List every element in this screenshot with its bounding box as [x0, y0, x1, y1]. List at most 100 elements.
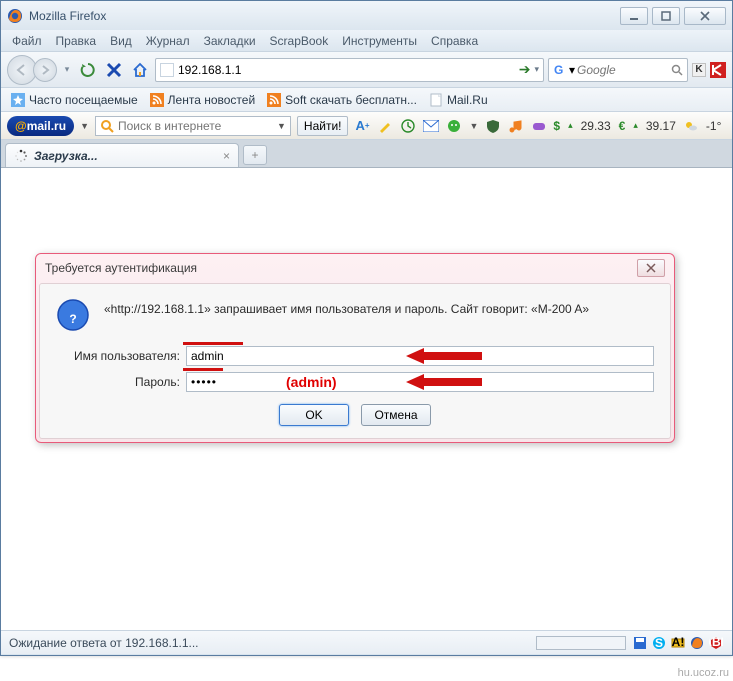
- dialog-title: Требуется аутентификация: [45, 261, 637, 275]
- username-input[interactable]: [186, 346, 654, 366]
- underline-annotation: [183, 342, 243, 345]
- games-icon[interactable]: [531, 118, 547, 134]
- bm-news[interactable]: Лента новостей: [146, 91, 260, 109]
- keyboard-indicator[interactable]: K: [692, 63, 706, 77]
- music-icon[interactable]: [508, 118, 524, 134]
- temperature: -1°: [706, 119, 721, 133]
- search-input[interactable]: [577, 63, 669, 77]
- window-title: Mozilla Firefox: [29, 9, 620, 23]
- adblock-icon[interactable]: ABP: [708, 635, 724, 651]
- shield-icon[interactable]: [485, 118, 501, 134]
- svg-text:A!: A!: [672, 636, 685, 649]
- font-icon[interactable]: A+: [354, 118, 370, 134]
- search-engine-dropdown[interactable]: ▾: [569, 63, 575, 77]
- rss-icon: [267, 93, 281, 107]
- status-text: Ожидание ответа от 192.168.1.1...: [9, 636, 536, 650]
- mailru-logo[interactable]: @mail.ru: [7, 116, 74, 136]
- mail-icon[interactable]: [423, 118, 439, 134]
- skype-icon[interactable]: S: [651, 635, 667, 651]
- menu-tools[interactable]: Инструменты: [335, 32, 424, 50]
- minimize-button[interactable]: [620, 7, 648, 25]
- google-icon: G: [553, 63, 567, 77]
- menu-bookmarks[interactable]: Закладки: [197, 32, 263, 50]
- nav-toolbar: ▾ ➔ ▾ G ▾ K: [1, 52, 732, 88]
- firefox-icon: [7, 8, 23, 24]
- menu-help[interactable]: Справка: [424, 32, 485, 50]
- highlight-icon[interactable]: [377, 118, 393, 134]
- history-dropdown[interactable]: ▾: [61, 64, 73, 75]
- mailru-search-input[interactable]: [118, 119, 273, 133]
- clock-icon[interactable]: [400, 118, 416, 134]
- page-icon: [429, 93, 443, 107]
- home-button[interactable]: [129, 59, 151, 81]
- password-input[interactable]: [186, 372, 654, 392]
- mailru-toolbar: @mail.ru ▼ ▼ Найти! A+ ▼ $▴29.33 €▴39.17…: [1, 112, 732, 140]
- menu-history[interactable]: Журнал: [139, 32, 197, 50]
- search-go-icon[interactable]: [671, 64, 683, 76]
- agent-dropdown[interactable]: ▼: [469, 121, 478, 131]
- mailru-dropdown[interactable]: ▼: [80, 121, 89, 131]
- svg-text:S: S: [655, 636, 663, 650]
- autofill-icon[interactable]: A!: [670, 635, 686, 651]
- tab-close-button[interactable]: ×: [223, 149, 230, 163]
- agent-icon[interactable]: [446, 118, 462, 134]
- ok-button[interactable]: OK: [279, 404, 349, 426]
- search-icon: [100, 119, 114, 133]
- usd-symbol: $: [553, 119, 560, 133]
- firefox-icon[interactable]: [689, 635, 705, 651]
- close-button[interactable]: [684, 7, 726, 25]
- mailru-search-dropdown[interactable]: ▼: [277, 121, 286, 131]
- menubar: Файл Правка Вид Журнал Закладки ScrapBoo…: [1, 30, 732, 52]
- tab-loading[interactable]: Загрузка... ×: [5, 143, 239, 167]
- auth-dialog: Требуется аутентификация ? «http://192.1…: [35, 253, 675, 443]
- bm-label: Soft скачать бесплатн...: [285, 93, 417, 107]
- watermark: hu.ucoz.ru: [678, 667, 729, 679]
- mailru-search[interactable]: ▼: [95, 116, 291, 136]
- page-content: Требуется аутентификация ? «http://192.1…: [1, 168, 732, 630]
- forward-button[interactable]: [33, 58, 57, 82]
- svg-text:?: ?: [69, 312, 76, 326]
- svg-text:ABP: ABP: [709, 636, 723, 649]
- page-icon: [160, 63, 174, 77]
- dialog-message: «http://192.168.1.1» запрашивает имя пол…: [104, 298, 589, 316]
- reload-button[interactable]: [77, 59, 99, 81]
- menu-view[interactable]: Вид: [103, 32, 139, 50]
- save-icon[interactable]: [632, 635, 648, 651]
- bm-soft[interactable]: Soft скачать бесплатн...: [263, 91, 421, 109]
- new-tab-button[interactable]: +: [243, 145, 267, 165]
- dialog-close-button[interactable]: [637, 259, 665, 277]
- bm-label: Часто посещаемые: [29, 93, 138, 107]
- stop-button[interactable]: [103, 59, 125, 81]
- underline-annotation: [183, 368, 223, 371]
- svg-text:G: G: [554, 63, 563, 77]
- maximize-button[interactable]: [652, 7, 680, 25]
- eur-rate: 39.17: [646, 119, 676, 133]
- eur-symbol: €: [619, 119, 626, 133]
- rss-icon: [150, 93, 164, 107]
- username-label: Имя пользователя:: [56, 349, 180, 363]
- spinner-icon: [14, 149, 28, 163]
- tab-bar: Загрузка... × +: [1, 140, 732, 168]
- bm-label: Mail.Ru: [447, 93, 488, 107]
- find-button[interactable]: Найти!: [297, 116, 349, 136]
- weather-icon: [684, 119, 698, 133]
- url-input[interactable]: [178, 63, 515, 77]
- menu-scrapbook[interactable]: ScrapBook: [263, 32, 336, 50]
- bm-label: Лента новостей: [168, 93, 256, 107]
- menu-file[interactable]: Файл: [5, 32, 49, 50]
- url-dropdown[interactable]: ▾: [534, 64, 539, 75]
- progress-bar: [536, 636, 626, 650]
- question-icon: ?: [56, 298, 90, 332]
- url-bar[interactable]: ➔ ▾: [155, 58, 544, 82]
- kaspersky-icon[interactable]: [710, 62, 726, 78]
- menu-edit[interactable]: Правка: [49, 32, 104, 50]
- usd-rate: 29.33: [581, 119, 611, 133]
- bm-mailru[interactable]: Mail.Ru: [425, 91, 492, 109]
- statusbar: Ожидание ответа от 192.168.1.1... S A! A…: [1, 630, 732, 654]
- go-button[interactable]: ➔: [519, 61, 531, 78]
- cancel-button[interactable]: Отмена: [361, 404, 431, 426]
- search-box[interactable]: G ▾: [548, 58, 688, 82]
- tab-label: Загрузка...: [34, 149, 217, 163]
- star-icon: [11, 93, 25, 107]
- bm-most-visited[interactable]: Часто посещаемые: [7, 91, 142, 109]
